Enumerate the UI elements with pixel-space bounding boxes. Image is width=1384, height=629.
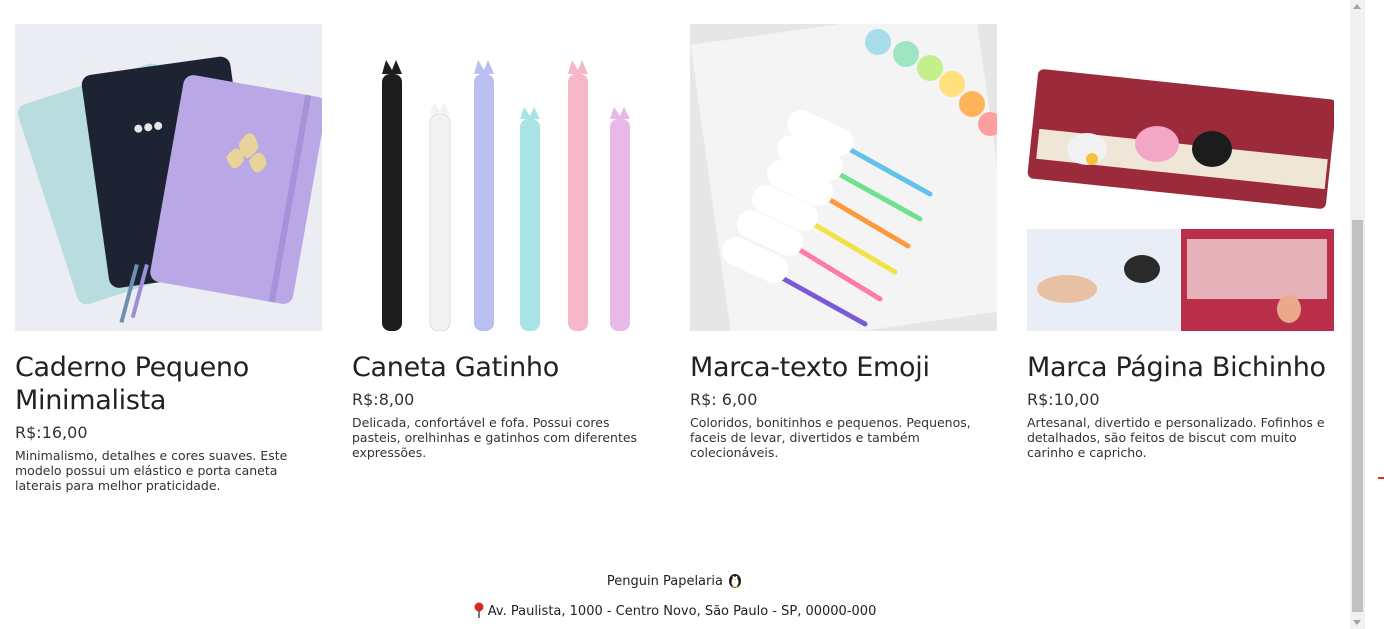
- scroll-up-icon[interactable]: [1353, 4, 1361, 9]
- product-price: R$:8,00: [352, 390, 415, 409]
- footer-brand: Penguin Papelaria: [0, 572, 1350, 589]
- product-description: Artesanal, divertido e personalizado. Fo…: [1027, 415, 1325, 460]
- footer-address-text: Av. Paulista, 1000 - Centro Novo, São Pa…: [487, 604, 877, 619]
- scrollbar-thumb[interactable]: [1352, 220, 1363, 612]
- product-image-notebooks[interactable]: [15, 24, 322, 331]
- edge-marker: [1378, 477, 1384, 479]
- product-image-highlighters[interactable]: [690, 24, 997, 331]
- product-price: R$:10,00: [1027, 390, 1100, 409]
- product-card: Marca-texto Emoji R$: 6,00 Coloridos, bo…: [690, 24, 997, 460]
- product-card: Marca Página Bichinho R$:10,00 Artesanal…: [1027, 24, 1334, 460]
- product-price: R$:16,00: [15, 423, 88, 442]
- product-name: Caderno Pequeno Minimalista: [15, 352, 249, 416]
- location-pin-icon: [474, 602, 488, 619]
- product-price: R$: 6,00: [690, 390, 758, 409]
- footer-address: Av. Paulista, 1000 - Centro Novo, São Pa…: [0, 602, 1350, 619]
- vertical-scrollbar[interactable]: [1350, 0, 1365, 629]
- product-description: Delicada, confortável e fofa. Possui cor…: [352, 415, 638, 460]
- window-edge: [1365, 0, 1384, 629]
- product-description: Minimalismo, detalhes e cores suaves. Es…: [15, 448, 288, 493]
- product-image-bookmark[interactable]: [1027, 24, 1334, 331]
- product-card: Caderno Pequeno Minimalista R$:16,00 Min…: [15, 24, 322, 493]
- scroll-down-icon[interactable]: [1353, 620, 1361, 625]
- product-image-cat-pens[interactable]: [352, 24, 659, 331]
- footer-brand-name: Penguin Papelaria: [606, 574, 723, 589]
- product-name: Marca-texto Emoji: [690, 352, 930, 383]
- product-name: Marca Página Bichinho: [1027, 352, 1326, 383]
- product-name: Caneta Gatinho: [352, 352, 559, 383]
- product-description: Coloridos, bonitinhos e pequenos. Pequen…: [690, 415, 971, 460]
- product-card: Caneta Gatinho R$:8,00 Delicada, confort…: [352, 24, 659, 460]
- penguin-icon: [727, 574, 743, 589]
